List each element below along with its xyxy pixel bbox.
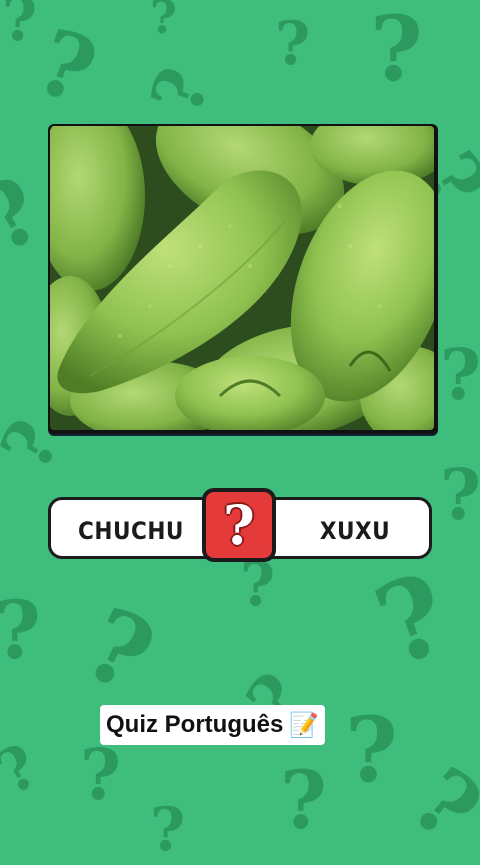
question-mark-icon: ? (134, 57, 227, 125)
memo-pencil-icon: 📝 (289, 711, 320, 739)
chayote-photo (50, 126, 434, 430)
question-badge: ? (202, 488, 276, 562)
question-mark-icon: ? (0, 590, 41, 670)
question-mark-icon: ? (240, 550, 276, 620)
caption-label: Quiz Português 📝 (100, 705, 326, 745)
question-mark-icon: ? (275, 9, 311, 79)
question-mark-icon: ? (0, 730, 51, 810)
photo-card (48, 124, 438, 434)
question-mark-icon: ? (80, 733, 122, 816)
question-mark-icon: ? (67, 584, 171, 716)
chayote-illustration (50, 126, 434, 430)
question-mark-icon: ? (2, 0, 38, 55)
question-mark-icon: ? (440, 453, 480, 536)
option-left-button[interactable]: CHUCHU (51, 500, 211, 562)
question-mark-icon: ? (23, 8, 110, 126)
question-mark-icon: ? (370, 0, 423, 102)
question-mark-icon: ? (280, 753, 327, 847)
question-mark-icon: ? (223, 493, 255, 557)
question-mark-icon: ? (359, 547, 465, 692)
question-mark-icon: ? (392, 747, 480, 863)
question-mark-icon: ? (345, 697, 398, 803)
question-mark-icon: ? (150, 795, 186, 865)
answer-choice-bar: CHUCHU XUXU ? (48, 488, 435, 564)
question-mark-icon: ? (150, 0, 177, 44)
caption-text: Quiz Português (106, 711, 284, 738)
option-right-button[interactable]: XUXU (275, 500, 435, 562)
question-mark-icon: ? (440, 333, 480, 416)
